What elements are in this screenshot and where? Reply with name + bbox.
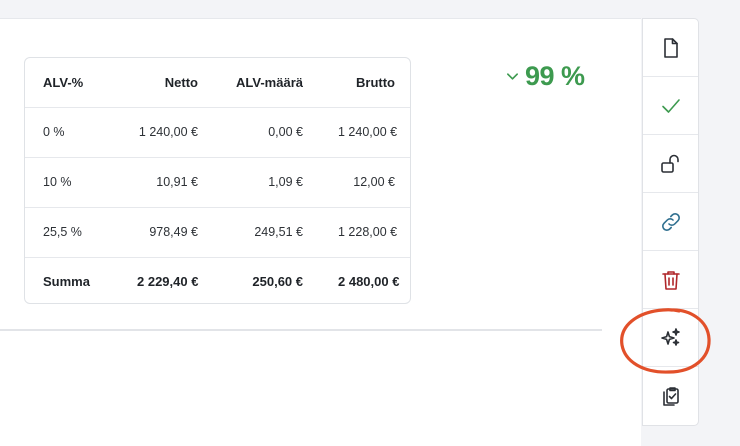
trash-icon [661,270,680,290]
cell-vat-amount: 249,51 € [215,207,320,258]
link-icon [661,212,680,231]
cell-gross: 1 240,00 € [320,107,410,158]
table-row: 25,5 % 978,49 € 249,51 € 1 228,00 € [25,207,410,258]
cell-vat-rate: 25,5 % [25,207,119,258]
copy-button[interactable] [643,367,698,425]
cell-gross: 12,00 € [320,157,410,208]
document-button[interactable] [643,19,698,77]
check-icon [661,98,680,113]
header-vat-rate: ALV-% [25,58,119,108]
cell-vat-rate: 0 % [25,107,119,158]
cell-net: 10,91 € [119,157,215,208]
cell-gross: 1 228,00 € [320,207,410,258]
confidence-indicator[interactable]: 99 % [506,59,585,93]
vat-summary-table: ALV-% Netto ALV-määrä Brutto 0 % 1 240,0… [24,57,411,304]
delete-button[interactable] [643,251,698,309]
cell-vat-amount: 1,09 € [215,157,320,208]
unlock-button[interactable] [643,135,698,193]
sparkles-icon [660,327,680,346]
ai-assist-button[interactable] [643,309,698,367]
cell-net: 978,49 € [119,207,215,258]
total-net: 2 229,40 € [137,273,199,289]
total-gross: 2 480,00 € [338,273,400,289]
approve-button[interactable] [643,77,698,135]
cell-vat-rate: 10 % [25,157,119,208]
cell-net: 1 240,00 € [119,107,215,158]
chevron-down-icon [507,72,518,80]
document-icon [663,37,678,58]
table-total-row: Summa 2 229,40 € 250,60 € 2 480,00 € [25,257,410,303]
main-panel: ALV-% Netto ALV-määrä Brutto 0 % 1 240,0… [0,18,641,446]
confidence-value: 99 % [525,60,585,91]
total-vat-amount: 250,60 € [252,273,303,289]
clipboard-check-icon [662,387,679,406]
side-toolbar [642,18,699,426]
table-row: 0 % 1 240,00 € 0,00 € 1 240,00 € [25,107,410,158]
section-divider [0,329,602,331]
total-label: Summa [43,273,90,289]
unlock-icon [660,154,679,173]
link-button[interactable] [643,193,698,251]
cell-vat-amount: 0,00 € [215,107,320,158]
header-vat-amount: ALV-määrä [215,58,320,108]
header-gross: Brutto [320,58,410,108]
table-row: 10 % 10,91 € 1,09 € 12,00 € [25,157,410,208]
table-header-row: ALV-% Netto ALV-määrä Brutto [25,58,410,108]
header-net: Netto [119,58,215,108]
